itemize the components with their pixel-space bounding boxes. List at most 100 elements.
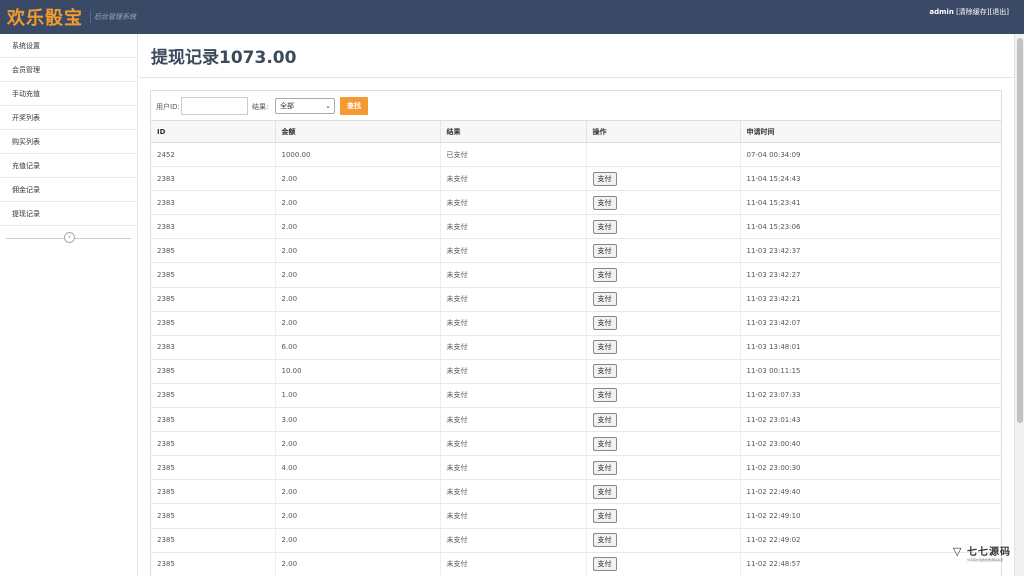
cell-amount: 4.00 xyxy=(275,455,441,481)
top-bar: 欢乐骰宝 后台管理系统 admin [清除缓存][退出] xyxy=(0,0,1024,34)
clear-cache-link[interactable]: [清除缓存] xyxy=(956,8,989,16)
cell-status: 未支付 xyxy=(440,528,587,553)
sidebar-item-members[interactable]: 会员管理 xyxy=(0,58,137,82)
sidebar-item-commission-records[interactable]: 佣金记录 xyxy=(0,178,137,202)
cell-amount: 10.00 xyxy=(275,359,441,384)
cell-action: 支付 xyxy=(586,190,741,216)
cell-time: 11-02 23:00:30 xyxy=(740,455,1001,481)
cell-time: 11-02 22:49:40 xyxy=(740,479,1001,505)
pay-button[interactable]: 支付 xyxy=(592,219,617,234)
cell-id: 2385 xyxy=(151,431,276,457)
table-row: 2452 1000.00 已支付 07-04 00:34:09 xyxy=(151,142,1001,168)
chevron-left-icon[interactable]: ‹ xyxy=(64,232,75,243)
cell-time: 11-03 23:42:21 xyxy=(740,287,1001,312)
cell-status: 未支付 xyxy=(440,479,587,505)
cell-amount: 2.00 xyxy=(275,190,441,216)
title-divider xyxy=(139,77,1014,78)
table-row: 2385 2.00 未支付 支付 11-02 22:49:10 xyxy=(151,503,1001,529)
sidebar-item-recharge-records[interactable]: 充值记录 xyxy=(0,154,137,178)
table-row: 2383 2.00 未支付 支付 11-04 15:23:41 xyxy=(151,190,1001,216)
scrollbar-thumb[interactable] xyxy=(1017,38,1023,423)
pay-button[interactable]: 支付 xyxy=(592,557,617,572)
search-button[interactable]: 查找 xyxy=(340,97,368,115)
cell-status: 未支付 xyxy=(440,166,587,192)
withdraw-table: ID 金额 结果 操作 申请时间 2452 1000.00 已支付 07-04 00:… xyxy=(151,120,1001,576)
cell-amount: 2.00 xyxy=(275,503,441,529)
pay-button[interactable]: 支付 xyxy=(592,436,617,451)
pay-button[interactable]: 支付 xyxy=(592,412,617,427)
sidebar-item-manual-recharge[interactable]: 手动充值 xyxy=(0,82,137,106)
pay-button[interactable]: 支付 xyxy=(592,388,617,403)
pay-button[interactable]: 支付 xyxy=(592,243,617,258)
table-row: 2385 4.00 未支付 支付 11-02 23:00:30 xyxy=(151,455,1001,481)
pay-button[interactable]: 支付 xyxy=(592,508,617,523)
table-row: 2383 2.00 未支付 支付 11-04 15:24:43 xyxy=(151,166,1001,192)
table-row: 2385 1.00 未支付 支付 11-02 23:07:33 xyxy=(151,383,1001,409)
sidebar-item-draw-list[interactable]: 开奖列表 xyxy=(0,106,137,130)
cell-action: 支付 xyxy=(586,166,741,192)
cell-action: 支付 xyxy=(586,214,741,240)
cell-time: 11-03 00:11:15 xyxy=(740,359,1001,384)
user-id-label: 用户ID: xyxy=(156,103,180,111)
pay-button[interactable]: 支付 xyxy=(592,171,617,186)
main-content: 提现记录1073.00 用户ID: 结果: 全部 ⌄ 查找 ID 金额 结果 操… xyxy=(139,34,1014,576)
cell-id: 2385 xyxy=(151,503,276,529)
sidebar: 系统设置 会员管理 手动充值 开奖列表 购买列表 充值记录 佣金记录 提现记录 … xyxy=(0,34,138,576)
table-row: 2385 2.00 未支付 支付 11-03 23:42:21 xyxy=(151,287,1001,312)
cell-status: 未支付 xyxy=(440,262,587,288)
col-id: ID xyxy=(151,120,276,143)
cell-id: 2385 xyxy=(151,407,276,433)
page-scrollbar[interactable] xyxy=(1014,34,1024,576)
table-row: 2385 2.00 未支付 支付 11-03 23:42:37 xyxy=(151,238,1001,264)
logout-link[interactable]: [退出] xyxy=(990,8,1009,16)
table-row: 2385 2.00 未支付 支付 11-03 23:42:27 xyxy=(151,262,1001,288)
cell-action: 支付 xyxy=(586,287,741,312)
cell-action: 支付 xyxy=(586,455,741,481)
table-row: 2385 10.00 未支付 支付 11-03 00:11:15 xyxy=(151,359,1001,384)
sidebar-collapse: ‹ xyxy=(0,226,137,250)
cell-amount: 2.00 xyxy=(275,262,441,288)
pay-button[interactable]: 支付 xyxy=(592,195,617,210)
cell-amount: 2.00 xyxy=(275,431,441,457)
table-row: 2385 2.00 未支付 支付 11-03 23:42:07 xyxy=(151,311,1001,336)
pay-button[interactable]: 支付 xyxy=(592,484,617,499)
logo[interactable]: 欢乐骰宝 xyxy=(7,4,83,30)
cell-status: 未支付 xyxy=(440,214,587,240)
cell-action: 支付 xyxy=(586,311,741,336)
cell-id: 2385 xyxy=(151,262,276,288)
pay-button[interactable]: 支付 xyxy=(592,268,617,283)
cell-action: 支付 xyxy=(586,238,741,264)
cell-id: 2383 xyxy=(151,335,276,360)
cell-amount: 2.00 xyxy=(275,528,441,553)
cell-id: 2385 xyxy=(151,552,276,576)
table-header-row: ID 金额 结果 操作 申请时间 xyxy=(151,120,1001,143)
username: admin xyxy=(929,8,954,16)
col-time: 申请时间 xyxy=(740,120,1001,143)
table-row: 2385 2.00 未支付 支付 11-02 23:00:40 xyxy=(151,431,1001,457)
result-select[interactable]: 全部 ⌄ xyxy=(275,98,335,114)
pay-button[interactable]: 支付 xyxy=(592,316,617,331)
system-subtitle: 后台管理系统 xyxy=(90,11,136,23)
pay-button[interactable]: 支付 xyxy=(592,533,617,548)
cell-action: 支付 xyxy=(586,503,741,529)
cell-amount: 1000.00 xyxy=(275,142,441,168)
cell-action: 支付 xyxy=(586,479,741,505)
cell-id: 2385 xyxy=(151,479,276,505)
col-amount: 金额 xyxy=(275,120,441,143)
cell-time: 11-02 23:00:40 xyxy=(740,431,1001,457)
sidebar-item-purchase-list[interactable]: 购买列表 xyxy=(0,130,137,154)
sidebar-item-withdraw-records[interactable]: 提现记录 xyxy=(0,202,137,226)
cell-time: 11-03 23:42:27 xyxy=(740,262,1001,288)
pay-button[interactable]: 支付 xyxy=(592,292,617,307)
table-row: 2385 2.00 未支付 支付 11-02 22:49:02 xyxy=(151,528,1001,553)
user-id-input[interactable] xyxy=(181,97,248,115)
pay-button[interactable]: 支付 xyxy=(592,340,617,355)
cell-action xyxy=(586,142,741,168)
records-panel: 用户ID: 结果: 全部 ⌄ 查找 ID 金额 结果 操作 申请时间 2452 1… xyxy=(150,90,1002,576)
sidebar-item-system-settings[interactable]: 系统设置 xyxy=(0,34,137,58)
pay-button[interactable]: 支付 xyxy=(592,460,617,475)
cell-id: 2385 xyxy=(151,359,276,384)
cell-status: 未支付 xyxy=(440,455,587,481)
watermark-logo: ▽ 七七源码 分享有价值的优质源码资源 xyxy=(953,543,1013,571)
pay-button[interactable]: 支付 xyxy=(592,364,617,379)
